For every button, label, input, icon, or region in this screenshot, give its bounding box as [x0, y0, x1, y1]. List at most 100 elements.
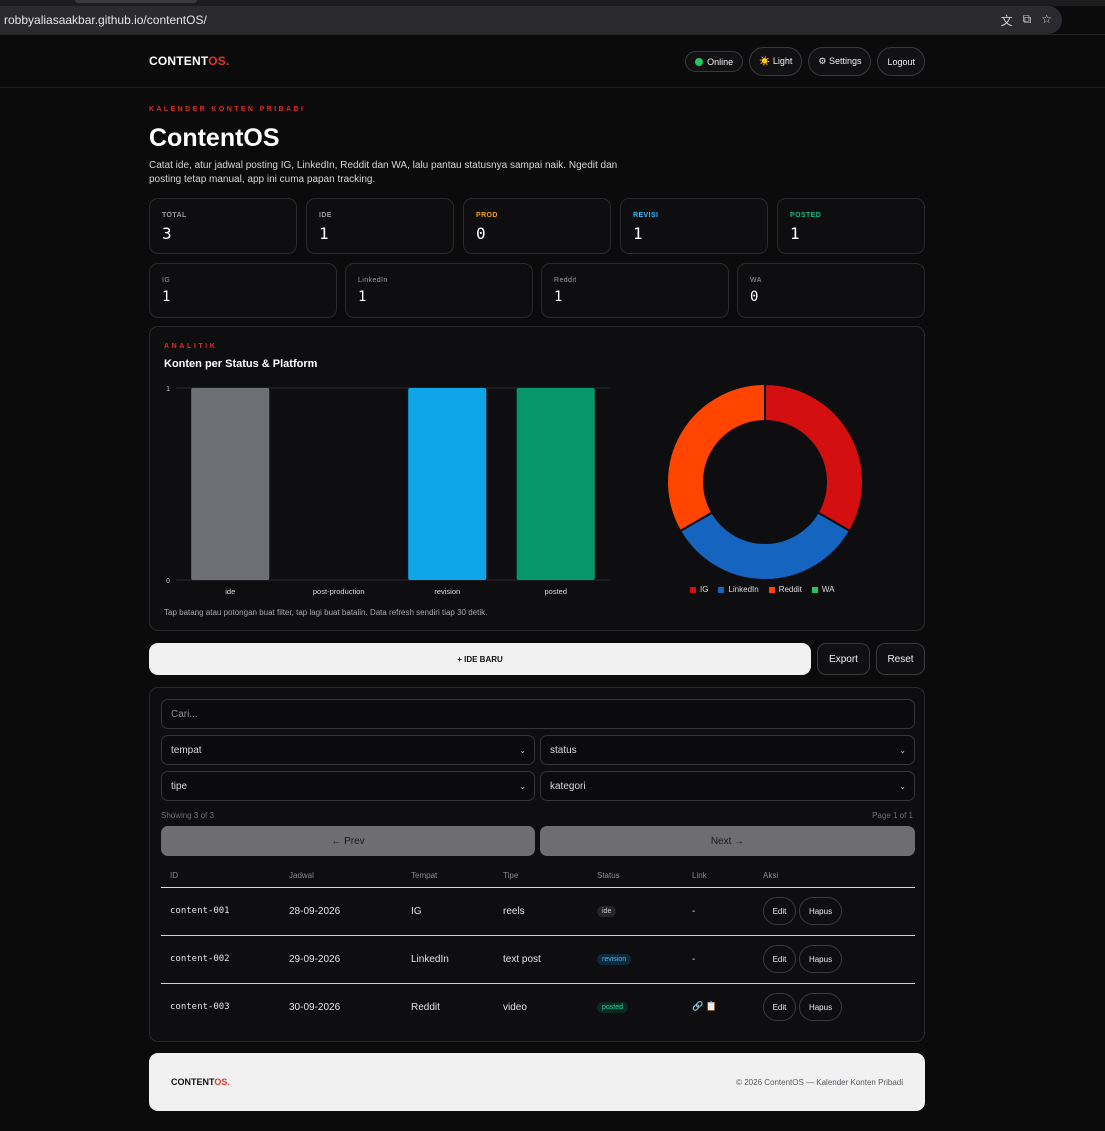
stat-label: REVISI	[633, 212, 659, 219]
kategori-select[interactable]: kategori ⌄	[540, 771, 915, 801]
slice-ig[interactable]	[764, 382, 864, 533]
status-badge: posted	[597, 1002, 629, 1013]
legend-swatch	[811, 586, 818, 593]
edit-button[interactable]: Edit	[763, 993, 796, 1021]
legend-item-reddit[interactable]: Reddit	[768, 585, 802, 594]
stat-value: 1	[358, 289, 367, 305]
col-header-id[interactable]: ID	[170, 871, 178, 880]
edit-button[interactable]: Edit	[763, 945, 796, 973]
cell-id: content-002	[170, 954, 230, 964]
chevron-down-icon: ⌄	[899, 745, 906, 755]
footer-logo-text: CONTENT	[171, 1077, 215, 1087]
app-logo[interactable]: CONTENTOS.	[149, 54, 229, 68]
analytics-panel: ANALITIK Konten per Status & Platform 0 1…	[149, 326, 925, 631]
delete-button[interactable]: Hapus	[799, 897, 842, 925]
stat-card-wa[interactable]: WA 0	[737, 263, 925, 318]
stat-value: 1	[790, 224, 800, 243]
x-tick-label: posted	[544, 587, 567, 596]
stat-value: 1	[319, 224, 329, 243]
address-url[interactable]: robbyaliasaakbar.github.io/contentOS/	[4, 13, 207, 27]
col-header-link[interactable]: Link	[692, 871, 707, 880]
col-header-tempat[interactable]: Tempat	[411, 871, 437, 880]
stat-card-revisi[interactable]: REVISI 1	[620, 198, 768, 254]
stat-label: LinkedIn	[358, 277, 388, 284]
cell-id: content-001	[170, 906, 230, 916]
search-input[interactable]: Cari...	[161, 699, 915, 729]
delete-button[interactable]: Hapus	[799, 945, 842, 973]
online-label: Online	[707, 56, 734, 67]
online-dot-icon	[695, 57, 704, 66]
light-theme-button[interactable]: ☀️ Light	[749, 47, 803, 76]
legend-swatch	[768, 586, 775, 593]
logo-text: CONTENT	[149, 54, 209, 68]
tempat-value: tempat	[171, 744, 202, 756]
cell-jadwal: 28-09-2026	[289, 906, 341, 917]
logout-button[interactable]: Logout	[877, 47, 925, 76]
footer: CONTENTOS. © 2026 ContentOS — Kalender K…	[149, 1053, 925, 1111]
stat-card-reddit[interactable]: Reddit 1	[541, 263, 729, 318]
status-select[interactable]: status ⌄	[540, 735, 915, 765]
stat-card-linkedin[interactable]: LinkedIn 1	[345, 263, 533, 318]
col-header-jadwal[interactable]: Jadwal	[289, 871, 314, 880]
legend-label: WA	[821, 585, 835, 594]
footer-logo: CONTENTOS.	[171, 1077, 230, 1087]
tipe-select[interactable]: tipe ⌄	[161, 771, 535, 801]
legend-label: IG	[700, 585, 709, 594]
tipe-value: tipe	[171, 780, 188, 792]
page-title: ContentOS	[149, 124, 280, 152]
stat-card-prod[interactable]: PROD 0	[463, 198, 611, 254]
legend-swatch	[690, 586, 696, 593]
row-divider	[161, 983, 915, 984]
stat-label: WA	[750, 277, 762, 284]
online-status-badge: Online	[685, 51, 744, 72]
cell-link: -	[692, 906, 696, 917]
next-page-button[interactable]: Next →	[540, 826, 915, 856]
bookmark-star-icon[interactable]: ☆	[1041, 12, 1052, 29]
delete-button[interactable]: Hapus	[799, 993, 842, 1021]
translate-page-icon[interactable]: ⧉	[1023, 12, 1032, 29]
cell-tipe: reels	[503, 906, 525, 917]
bar-revision[interactable]	[408, 388, 487, 580]
slice-reddit[interactable]	[666, 382, 766, 533]
tempat-select[interactable]: tempat ⌄	[161, 735, 535, 765]
page-indicator: Page 1 of 1	[872, 811, 913, 820]
export-button[interactable]: Export	[817, 643, 870, 675]
edit-button[interactable]: Edit	[763, 897, 796, 925]
prev-page-button[interactable]: ← Prev	[161, 826, 535, 856]
new-idea-button[interactable]: + IDE BARU	[149, 643, 811, 675]
slice-linkedin[interactable]	[678, 511, 852, 581]
legend-swatch	[718, 586, 725, 593]
platform-donut-chart[interactable]	[660, 377, 870, 587]
legend-item-wa[interactable]: WA	[811, 585, 835, 594]
link-copy-icons[interactable]: 🔗 📋	[692, 1001, 717, 1012]
analytics-note: Tap batang atau potongan buat filter, ta…	[164, 608, 488, 617]
stat-card-total[interactable]: TOTAL 3	[149, 198, 297, 254]
logo-accent: OS.	[208, 54, 230, 68]
reset-button[interactable]: Reset	[876, 643, 925, 675]
col-header-aksi: Aksi	[763, 871, 779, 880]
bar-posted[interactable]	[516, 388, 595, 580]
stat-card-ig[interactable]: IG 1	[149, 263, 337, 318]
hero-description: Catat ide, atur jadwal posting IG, Linke…	[149, 160, 618, 185]
y-tick-label: 1	[166, 386, 170, 393]
donut-legend: IG LinkedIn Reddit WA	[690, 585, 834, 594]
analytics-kicker: ANALITIK	[164, 343, 218, 350]
col-header-tipe[interactable]: Tipe	[503, 871, 518, 880]
address-bar[interactable]: robbyaliasaakbar.github.io/contentOS/ 文 …	[0, 6, 1062, 34]
settings-button[interactable]: ⚙ Settings	[808, 47, 872, 76]
legend-item-ig[interactable]: IG	[690, 585, 708, 594]
stat-card-posted[interactable]: POSTED 1	[777, 198, 925, 254]
col-header-status[interactable]: Status	[597, 871, 620, 880]
legend-item-linkedin[interactable]: LinkedIn	[718, 585, 759, 594]
content-list-panel: Cari... tempat ⌄ status ⌄ tipe ⌄ kategori ⌄ …	[149, 687, 925, 1042]
header-actions: Online ☀️ Light ⚙ Settings Logout	[685, 47, 925, 76]
stat-card-ide[interactable]: IDE 1	[306, 198, 454, 254]
bar-ide[interactable]	[191, 388, 270, 580]
translate-icon[interactable]: 文	[1001, 12, 1013, 29]
status-bar-chart[interactable]: 0 1 ide post-production revision posted	[150, 379, 620, 604]
browser-tab[interactable]	[75, 0, 197, 3]
status-value: status	[550, 744, 577, 756]
stat-value: 3	[162, 224, 172, 243]
stat-label: IDE	[319, 212, 332, 219]
footer-copyright: © 2026 ContentOS — Kalender Konten Priba…	[736, 1078, 903, 1087]
